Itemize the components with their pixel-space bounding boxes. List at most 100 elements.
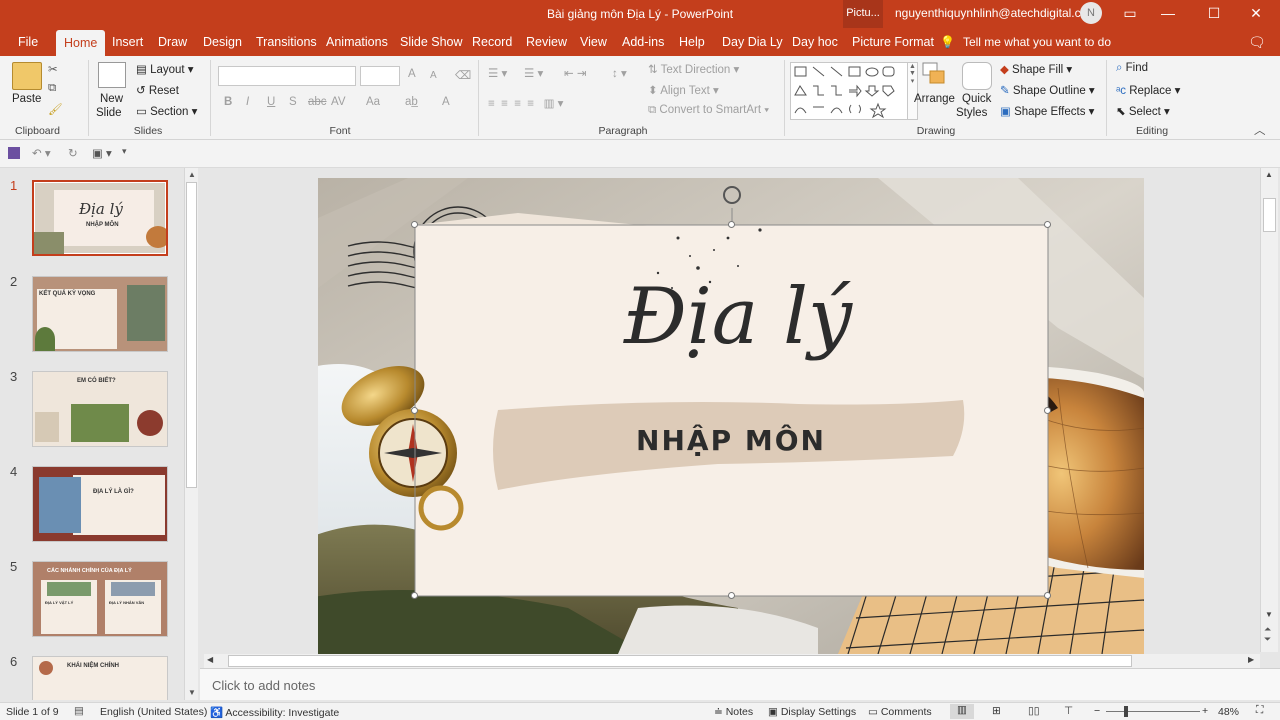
slide-vertical-scrollbar[interactable]: ▲ ▼ ⏶ ⏷ xyxy=(1260,168,1278,652)
slide-thumbnail-1[interactable]: Địa lý NHẬP MÔN xyxy=(32,180,168,256)
display-settings-button[interactable]: ▣ Display Settings xyxy=(768,706,856,718)
zoom-slider-thumb[interactable] xyxy=(1124,706,1128,717)
resize-handle[interactable] xyxy=(1044,592,1051,599)
layout-button[interactable]: ▤ Layout ▾ xyxy=(136,62,194,76)
line-spacing-icon[interactable]: ↕ ▾ xyxy=(612,66,627,80)
clear-format-icon[interactable]: ⌫ xyxy=(455,68,471,82)
bold-button[interactable]: B xyxy=(224,96,232,108)
scroll-up-icon[interactable]: ▲ xyxy=(1265,170,1273,179)
tab-review[interactable]: Review xyxy=(526,28,567,56)
shrink-font-icon[interactable]: A xyxy=(430,70,437,81)
zoom-slider[interactable] xyxy=(1106,711,1200,712)
font-size-combo[interactable] xyxy=(360,66,400,86)
prev-next-slide-icons[interactable]: ⏶ ⏷ xyxy=(1264,624,1271,644)
resize-handle[interactable] xyxy=(728,592,735,599)
slide-thumbnail-2[interactable]: KẾT QUẢ KỲ VỌNG xyxy=(32,276,168,352)
italic-button[interactable]: I xyxy=(246,96,249,108)
slide-title[interactable]: Địa lý xyxy=(568,278,908,356)
customize-qat-icon[interactable]: ▾ xyxy=(122,146,127,157)
numbering-icon[interactable]: ☰ ▾ xyxy=(524,66,543,80)
new-slide-icon[interactable] xyxy=(98,62,126,88)
tab-file[interactable]: File xyxy=(18,28,38,56)
scroll-down-icon[interactable]: ▼ xyxy=(188,688,196,697)
slide-sorter-icon[interactable]: ⊞ xyxy=(992,705,1001,717)
comments-button[interactable]: ▭ Comments xyxy=(868,706,932,718)
collapse-ribbon-icon[interactable]: ︿ xyxy=(1254,122,1266,138)
grow-font-icon[interactable]: A xyxy=(408,68,416,80)
spellcheck-icon[interactable]: ▤ xyxy=(74,705,84,717)
notes-pane[interactable]: Click to add notes xyxy=(200,668,1280,700)
tab-day-hoc[interactable]: Day hoc xyxy=(792,28,838,56)
underline-button[interactable]: U xyxy=(267,96,275,108)
shape-effects-button[interactable]: ▣ Shape Effects ▾ xyxy=(1000,104,1094,118)
quick-styles-icon[interactable] xyxy=(962,62,992,90)
resize-handle[interactable] xyxy=(1044,221,1051,228)
tab-picture-format[interactable]: Picture Format xyxy=(852,28,934,56)
zoom-out-icon[interactable]: − xyxy=(1094,705,1100,717)
resize-handle[interactable] xyxy=(728,221,735,228)
paste-icon[interactable] xyxy=(12,62,42,90)
shadow-button[interactable]: S xyxy=(289,96,297,108)
slide-thumbnail-4[interactable]: ĐỊA LÝ LÀ GÌ? xyxy=(32,466,168,542)
tab-slide-show[interactable]: Slide Show xyxy=(400,28,463,56)
quick-styles-label-1[interactable]: Quick xyxy=(962,93,991,105)
copy-icon[interactable]: ⧉ xyxy=(48,82,56,95)
paste-button[interactable]: Paste xyxy=(12,93,41,105)
scroll-left-icon[interactable]: ◀ xyxy=(207,655,213,664)
char-spacing-button[interactable]: AV xyxy=(331,96,346,108)
scroll-thumb[interactable] xyxy=(1263,198,1276,232)
tab-design[interactable]: Design xyxy=(203,28,242,56)
avatar[interactable]: N xyxy=(1080,2,1102,24)
close-icon[interactable]: ✕ xyxy=(1236,0,1276,28)
shapes-gallery[interactable] xyxy=(790,62,908,120)
normal-view-icon[interactable]: ▥ xyxy=(950,704,974,719)
new-slide-label-1[interactable]: New xyxy=(100,93,123,105)
indent-icons[interactable]: ⇤ ⇥ xyxy=(564,66,586,80)
undo-icon[interactable]: ↶ ▾ xyxy=(32,146,51,160)
tab-record[interactable]: Record xyxy=(472,28,512,56)
tab-day-dia-ly[interactable]: Day Dia Ly xyxy=(722,28,783,56)
shapes-gallery-scroll[interactable]: ▲ ▼ ▾ xyxy=(908,62,918,120)
align-text-button[interactable]: ⬍ Align Text ▾ xyxy=(648,83,719,97)
arrange-icon[interactable] xyxy=(922,62,946,88)
redo-icon[interactable]: ↻ xyxy=(68,146,78,160)
thumbnails-scrollbar[interactable]: ▲ ▼ xyxy=(184,168,198,700)
font-color-icon[interactable]: A xyxy=(442,96,450,108)
quick-styles-label-2[interactable]: Styles xyxy=(956,107,987,119)
scroll-down-icon[interactable]: ▼ xyxy=(1265,610,1273,619)
slide-thumbnail-5[interactable]: CÁC NHÁNH CHÍNH CỦA ĐỊA LÝ ĐỊA LÝ VẬT LÝ… xyxy=(32,561,168,637)
convert-smartart-button[interactable]: ⧉ Convert to SmartArt ▾ xyxy=(648,104,769,117)
slide-subtitle[interactable]: NHẬP MÔN xyxy=(568,424,894,457)
find-button[interactable]: ⌕ Find xyxy=(1116,62,1148,75)
scroll-up-icon[interactable]: ▲ xyxy=(188,170,196,179)
tab-home[interactable]: Home xyxy=(56,30,106,56)
slideshow-view-icon[interactable]: ⊤ xyxy=(1064,705,1073,717)
tab-add-ins[interactable]: Add-ins xyxy=(622,28,664,56)
zoom-in-icon[interactable]: + xyxy=(1202,705,1208,717)
minimize-icon[interactable]: — xyxy=(1148,0,1188,28)
reading-view-icon[interactable]: ▯▯ xyxy=(1028,705,1040,717)
text-direction-button[interactable]: ⇅ Text Direction ▾ xyxy=(648,62,739,76)
notes-placeholder[interactable]: Click to add notes xyxy=(212,678,315,693)
select-button[interactable]: ⬉ Select ▾ xyxy=(1116,104,1170,118)
resize-handle[interactable] xyxy=(411,221,418,228)
tell-me-search[interactable]: 💡 Tell me what you want to do xyxy=(940,28,1111,56)
highlight-icon[interactable]: ab̲ xyxy=(405,96,418,108)
save-icon[interactable] xyxy=(8,147,20,159)
scroll-thumb[interactable] xyxy=(186,182,197,488)
reset-button[interactable]: ↺ Reset xyxy=(136,83,179,97)
arrange-button[interactable]: Arrange xyxy=(914,93,955,105)
tab-transitions[interactable]: Transitions xyxy=(256,28,317,56)
slide-editor[interactable]: Địa lý NHẬP MÔN xyxy=(318,178,1144,654)
resize-handle[interactable] xyxy=(411,592,418,599)
new-slide-label-2[interactable]: Slide xyxy=(96,107,122,119)
tab-draw[interactable]: Draw xyxy=(158,28,187,56)
tab-view[interactable]: View xyxy=(580,28,607,56)
shape-outline-button[interactable]: ✎ Shape Outline ▾ xyxy=(1000,83,1095,97)
change-case-button[interactable]: Aa xyxy=(366,96,380,108)
scroll-right-icon[interactable]: ▶ xyxy=(1248,655,1254,664)
cut-icon[interactable]: ✂ xyxy=(48,62,58,76)
align-icons[interactable]: ≡ ≡ ≡ ≡ ▥ ▾ xyxy=(488,96,563,110)
notes-toggle[interactable]: ≐ Notes xyxy=(714,706,753,718)
maximize-icon[interactable]: ☐ xyxy=(1194,0,1234,28)
